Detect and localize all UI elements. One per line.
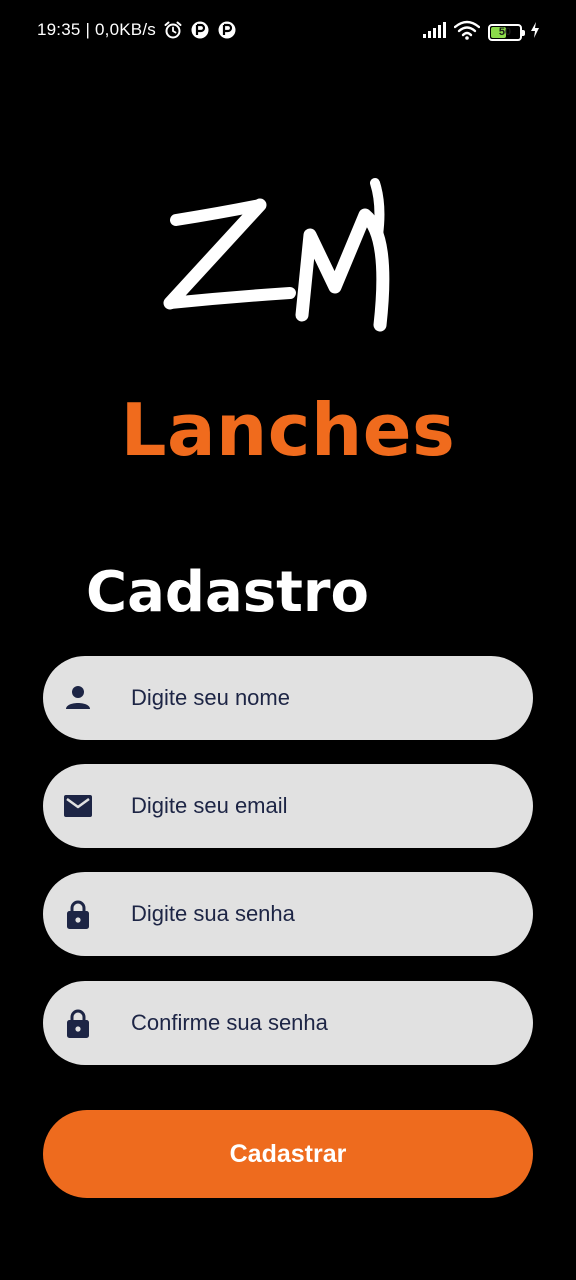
lock-icon <box>63 899 93 929</box>
status-time: 19:35 | 0,0KB/s <box>37 20 156 39</box>
logo <box>160 175 410 335</box>
battery-icon: 50 <box>488 24 525 41</box>
email-field[interactable] <box>43 764 533 848</box>
lock-icon <box>63 1008 93 1038</box>
register-button[interactable]: Cadastrar <box>43 1110 533 1198</box>
password-input[interactable] <box>131 872 511 956</box>
person-icon <box>63 683 93 713</box>
confirm-password-field[interactable] <box>43 981 533 1065</box>
brand-name: Lanches <box>120 388 456 472</box>
page-title: Cadastro <box>86 560 369 625</box>
mail-icon <box>63 791 93 821</box>
wifi-icon <box>453 20 481 45</box>
battery-level: 50 <box>498 26 512 38</box>
email-input[interactable] <box>131 764 511 848</box>
alarm-icon <box>163 20 183 40</box>
app-notification-icon <box>190 20 210 40</box>
confirm-password-input[interactable] <box>131 981 511 1065</box>
name-field[interactable] <box>43 656 533 740</box>
password-field[interactable] <box>43 872 533 956</box>
status-left: 19:35 | 0,0KB/s <box>37 20 237 40</box>
name-input[interactable] <box>131 656 511 740</box>
status-right: 50 <box>422 20 540 45</box>
signal-icon <box>422 22 446 43</box>
charging-icon <box>530 22 540 43</box>
app-notification-icon <box>217 20 237 40</box>
status-bar: 19:35 | 0,0KB/s 50 <box>0 0 576 64</box>
